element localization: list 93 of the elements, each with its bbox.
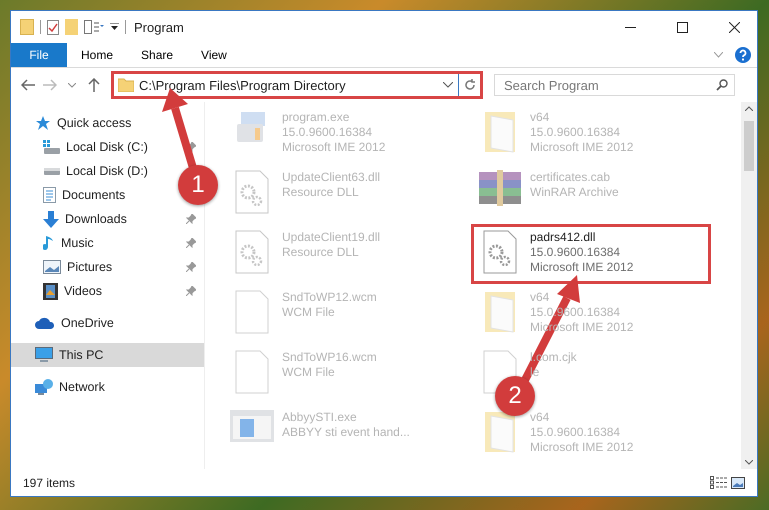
properties-icon[interactable] bbox=[84, 20, 104, 34]
refresh-icon bbox=[464, 79, 476, 91]
file-name: UpdateClient63.dll bbox=[282, 170, 380, 185]
picture-icon bbox=[43, 260, 61, 274]
ribbon-tab[interactable]: Share bbox=[127, 43, 188, 67]
file-detail: 15.0.9600.16384 bbox=[530, 125, 622, 140]
back-arrow-icon bbox=[21, 79, 35, 91]
folder-icon bbox=[118, 78, 134, 92]
pin-icon[interactable] bbox=[186, 214, 196, 224]
chevron-down-icon bbox=[68, 82, 76, 88]
sidebar-item[interactable]: Local Disk (D:) bbox=[11, 159, 156, 183]
pin-icon[interactable] bbox=[186, 238, 196, 248]
details-view-icon[interactable] bbox=[710, 476, 727, 489]
file-detail: ABBYY sti event hand... bbox=[282, 425, 410, 440]
file-tab[interactable]: File bbox=[11, 43, 67, 67]
dropdown-icon[interactable] bbox=[110, 23, 119, 31]
scroll-up-icon[interactable] bbox=[745, 106, 753, 111]
archive-books-icon bbox=[479, 170, 521, 206]
cloud-icon bbox=[35, 317, 55, 329]
file-name: v64 bbox=[530, 110, 550, 125]
file-name: AbbyySTI.exe bbox=[282, 410, 358, 425]
file-detail: WCM File bbox=[282, 305, 336, 320]
settings-file-icon bbox=[235, 170, 269, 214]
window-title: Program bbox=[134, 20, 185, 34]
folder-icon bbox=[483, 410, 517, 454]
sidebar-item[interactable]: Videos bbox=[11, 279, 204, 303]
maximize-icon bbox=[676, 22, 688, 32]
settings-file-icon bbox=[235, 230, 269, 274]
drive-icon bbox=[43, 140, 60, 154]
sidebar-item[interactable]: Local Disk (C:) bbox=[11, 135, 204, 159]
sidebar-item[interactable]: This PC bbox=[11, 343, 204, 367]
file-detail: Resource DLL bbox=[282, 245, 360, 260]
address-bar[interactable]: C:\Program Files\Program Directory bbox=[111, 71, 483, 99]
sidebar-item[interactable]: OneDrive bbox=[11, 311, 122, 335]
sidebar-item[interactable]: Pictures bbox=[11, 255, 204, 279]
file-detail: WinRAR Archive bbox=[530, 185, 619, 200]
music-note-icon bbox=[43, 234, 55, 252]
file-detail: Resource DLL bbox=[282, 185, 360, 200]
network-icon bbox=[35, 379, 53, 395]
ribbon-tab[interactable]: View bbox=[187, 43, 241, 67]
file-detail: Microsoft IME 2012 bbox=[282, 140, 386, 155]
folder-icon bbox=[20, 19, 34, 35]
search-field[interactable]: Search Program bbox=[494, 74, 735, 96]
minimize-icon bbox=[624, 26, 636, 28]
file-detail: WCM File bbox=[282, 365, 336, 380]
file-detail: 15.0.9600.16384 bbox=[282, 125, 374, 140]
sidebar-item[interactable]: Downloads bbox=[11, 207, 204, 231]
sidebar-item[interactable]: Quick access bbox=[11, 111, 140, 135]
pin-icon[interactable] bbox=[186, 286, 196, 296]
close-icon bbox=[728, 22, 740, 32]
file-name: program.exe bbox=[282, 110, 350, 125]
search-icon bbox=[716, 79, 728, 91]
folder-icon bbox=[483, 290, 517, 334]
file-name: SndToWP16.wcm bbox=[282, 350, 377, 365]
help-icon[interactable] bbox=[735, 47, 751, 63]
monitor-icon bbox=[35, 347, 53, 363]
file-tile[interactable]: padrs412.dll 15.0.9600.16384 Microsoft IME 2012 bbox=[471, 224, 711, 284]
scroll-down-icon[interactable] bbox=[745, 460, 753, 465]
address-path: C:\Program Files\Program Directory bbox=[139, 78, 347, 92]
up-arrow-icon bbox=[88, 78, 100, 92]
sidebar-item[interactable]: Network bbox=[11, 375, 113, 399]
settings-file-icon bbox=[483, 230, 517, 274]
star-icon bbox=[35, 115, 51, 131]
file-icon bbox=[235, 290, 269, 334]
sidebar-item[interactable]: Music bbox=[11, 231, 204, 255]
dropdown-icon[interactable] bbox=[443, 82, 453, 88]
scrollbar[interactable] bbox=[741, 102, 757, 469]
file-name: padrs412.dll bbox=[530, 230, 596, 245]
scrollbar-thumb[interactable] bbox=[744, 120, 754, 170]
download-arrow-icon bbox=[43, 210, 59, 228]
file-detail: Microsoft IME 2012 bbox=[530, 140, 634, 155]
file-name: SndToWP12.wcm bbox=[282, 290, 377, 305]
item-count: 197 items bbox=[23, 476, 76, 490]
chevron-down-icon[interactable] bbox=[714, 52, 723, 58]
sidebar-item[interactable]: Documents bbox=[11, 183, 134, 207]
file-detail: Microsoft IME 2012 bbox=[530, 440, 634, 455]
large-icons-view-icon[interactable] bbox=[731, 476, 745, 488]
file-detail: 15.0.9600.16384 bbox=[530, 425, 622, 440]
forward-arrow-icon bbox=[43, 79, 57, 91]
file-detail: Microsoft IME 2012 bbox=[530, 260, 634, 275]
drive-icon bbox=[43, 168, 60, 174]
pin-icon[interactable] bbox=[186, 262, 196, 272]
application-window-icon bbox=[230, 410, 274, 442]
file-name: certificates.cab bbox=[530, 170, 612, 185]
file-icon bbox=[235, 350, 269, 394]
film-icon bbox=[43, 282, 58, 300]
file-name: v64 bbox=[530, 290, 550, 305]
file-detail: 15.0.9600.16384 bbox=[530, 245, 622, 260]
folder-icon bbox=[483, 110, 517, 154]
file-name: UpdateClient19.dll bbox=[282, 230, 380, 245]
ribbon-tab[interactable]: Home bbox=[67, 43, 128, 67]
document-icon bbox=[43, 187, 56, 203]
checked-document-icon[interactable] bbox=[47, 20, 59, 34]
